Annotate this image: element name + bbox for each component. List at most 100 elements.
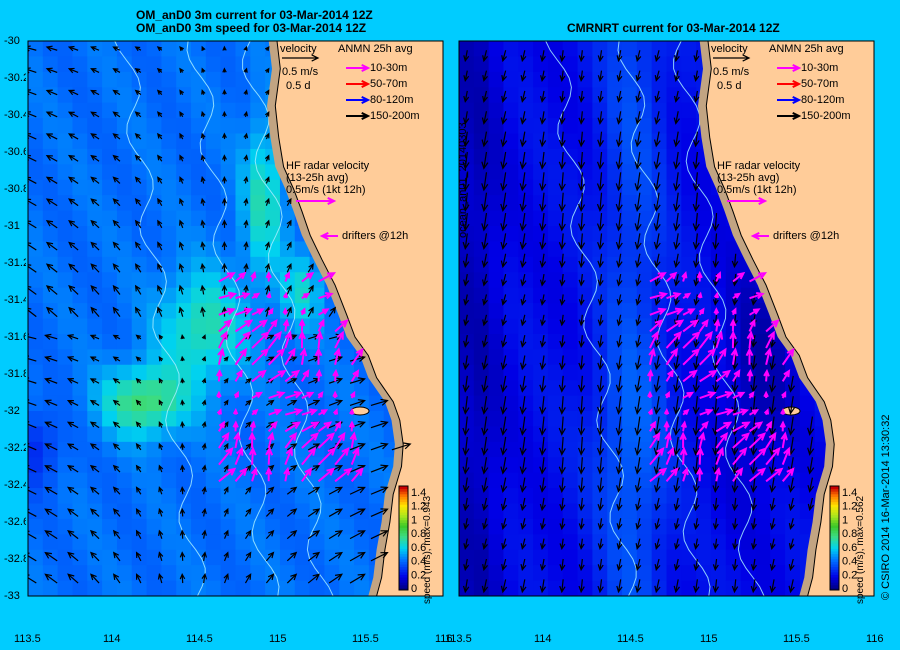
- speed-cell: [518, 411, 534, 428]
- speed-cell: [622, 241, 638, 258]
- speed-cell: [57, 179, 74, 196]
- speed-cell: [28, 503, 44, 520]
- speed-cell: [488, 411, 505, 428]
- speed-cell: [799, 457, 816, 474]
- speed-cell: [651, 549, 668, 566]
- speed-cell: [235, 118, 251, 135]
- speed-cell: [57, 580, 74, 596]
- speed-cell: [533, 148, 549, 165]
- speed-cell: [518, 256, 534, 273]
- speed-cell: [518, 534, 534, 551]
- speed-cell: [116, 503, 133, 520]
- speed-cell: [28, 226, 44, 243]
- speed-cell: [220, 395, 237, 412]
- speed-cell: [161, 364, 177, 381]
- speed-cell: [146, 472, 162, 489]
- speed-cell: [102, 118, 118, 135]
- speed-cell: [131, 488, 148, 505]
- speed-cell: [265, 226, 281, 243]
- speed-cell: [518, 118, 534, 135]
- speed-cell: [116, 333, 133, 350]
- speed-cell: [205, 303, 222, 320]
- speed-cell: [116, 71, 133, 88]
- speed-cell: [622, 133, 638, 150]
- speed-cell: [72, 226, 88, 243]
- speed-cell: [607, 318, 623, 335]
- speed-cell: [473, 565, 490, 582]
- speed-cell: [354, 380, 370, 397]
- speed-cell: [72, 87, 88, 104]
- legend-depth-label: 50-70m: [801, 78, 838, 90]
- speed-cell: [547, 472, 564, 489]
- speed-cell: [235, 549, 251, 566]
- speed-cell: [176, 534, 192, 551]
- speed-cell: [562, 303, 579, 320]
- hf-arrow: [682, 408, 690, 416]
- speed-cell: [57, 102, 74, 119]
- speed-cell: [547, 441, 564, 458]
- speed-cell: [161, 133, 177, 150]
- speed-cell: [57, 87, 74, 104]
- speed-cell: [87, 472, 103, 489]
- speed-cell: [72, 179, 88, 196]
- speed-cell: [294, 256, 311, 273]
- speed-cell: [116, 118, 133, 135]
- speed-cell: [562, 488, 579, 505]
- speed-cell: [681, 148, 697, 165]
- speed-cell: [622, 549, 638, 566]
- legend-velocity: velocity: [280, 43, 317, 55]
- speed-cell: [176, 349, 192, 366]
- speed-cell: [161, 41, 177, 58]
- speed-cell: [547, 333, 564, 350]
- speed-cell: [324, 518, 340, 535]
- right-lon-tick: 114.5: [617, 633, 644, 645]
- speed-cell: [102, 226, 118, 243]
- speed-cell: [28, 457, 44, 474]
- speed-cell: [518, 195, 534, 212]
- speed-cell: [102, 210, 118, 227]
- speed-cell: [161, 226, 177, 243]
- speed-cell: [57, 488, 74, 505]
- speed-cell: [562, 395, 579, 412]
- speed-cell: [87, 272, 103, 289]
- speed-cell: [533, 549, 549, 566]
- speed-cell: [235, 148, 251, 165]
- speed-cell: [220, 164, 237, 181]
- speed-cell: [503, 210, 519, 227]
- speed-cell: [102, 318, 118, 335]
- speed-cell: [116, 303, 133, 320]
- speed-cell: [473, 349, 490, 366]
- map-figure: velocity 0.5 m/s 0.5 d ANMN 25h avg 10-30m 50…: [27, 40, 875, 597]
- speed-cell: [102, 565, 118, 582]
- speed-cell: [279, 549, 296, 566]
- speed-cell: [146, 534, 162, 551]
- speed-cell: [250, 241, 266, 258]
- speed-cell: [72, 210, 88, 227]
- speed-cell: [116, 349, 133, 366]
- speed-cell: [488, 256, 505, 273]
- speed-cell: [547, 549, 564, 566]
- speed-cell: [473, 56, 490, 73]
- speed-cell: [161, 488, 177, 505]
- speed-cell: [547, 133, 564, 150]
- speed-cell: [116, 287, 133, 304]
- speed-cell: [577, 534, 593, 551]
- speed-cell: [28, 318, 44, 335]
- speed-cell: [503, 303, 519, 320]
- speed-cell: [131, 287, 148, 304]
- right-lon-tick: 116: [866, 633, 884, 645]
- left-lat-tick: -30.4: [4, 110, 26, 121]
- speed-cell: [116, 210, 133, 227]
- speed-cell: [577, 411, 593, 428]
- speed-cell: [176, 272, 192, 289]
- speed-cell: [696, 565, 712, 582]
- left-lat-tick: -30.6: [4, 147, 26, 158]
- speed-cell: [533, 518, 549, 535]
- speed-cell: [503, 565, 519, 582]
- speed-cell: [176, 256, 192, 273]
- speed-cell: [176, 210, 192, 227]
- speed-cell: [518, 380, 534, 397]
- speed-cell: [518, 518, 534, 535]
- speed-cell: [102, 87, 118, 104]
- speed-cell: [309, 287, 326, 304]
